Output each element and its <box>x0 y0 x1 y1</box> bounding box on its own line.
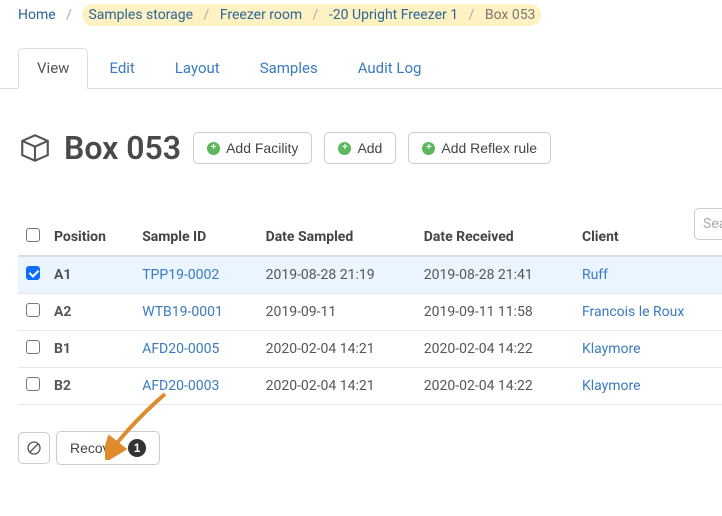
cell-position: A2 <box>54 304 71 320</box>
cell-date-received: 2019-08-28 21:41 <box>414 256 572 294</box>
select-all-checkbox[interactable] <box>26 228 40 242</box>
search-input[interactable]: Sea <box>694 208 722 240</box>
tab-audit-log[interactable]: Audit Log <box>339 48 441 88</box>
col-date-received: Date Received <box>414 219 572 256</box>
page-header: Box 053 + Add Facility + Add + Add Refle… <box>0 89 722 187</box>
page-title-text: Box 053 <box>64 129 181 167</box>
cell-date-sampled: 2020-02-04 14:21 <box>256 368 414 405</box>
page-title: Box 053 <box>18 129 181 167</box>
crumb-highlight: Samples storage / Freezer room / -20 Upr… <box>82 4 541 26</box>
cancel-icon <box>26 440 42 456</box>
row-checkbox[interactable] <box>26 377 40 391</box>
cell-client[interactable]: Klaymore <box>582 378 641 394</box>
col-checkbox <box>18 219 44 256</box>
row-checkbox[interactable] <box>26 340 40 354</box>
row-checkbox[interactable] <box>26 303 40 317</box>
cell-position: B2 <box>54 378 71 394</box>
footer-actions: Recover 1 <box>0 405 722 491</box>
cell-date-sampled: 2019-08-28 21:19 <box>256 256 414 294</box>
col-sample-id: Sample ID <box>132 219 255 256</box>
add-facility-button[interactable]: + Add Facility <box>193 132 312 164</box>
crumb-sep: / <box>462 7 482 23</box>
plus-icon: + <box>422 142 435 155</box>
cell-client[interactable]: Klaymore <box>582 341 641 357</box>
cell-sample-id[interactable]: AFD20-0003 <box>142 378 219 394</box>
table-row[interactable]: B2 AFD20-0003 2020-02-04 14:21 2020-02-0… <box>18 368 722 405</box>
tab-layout[interactable]: Layout <box>156 48 239 88</box>
cell-date-received: 2019-09-11 11:58 <box>414 294 572 331</box>
box-icon <box>18 131 52 165</box>
cell-client[interactable]: Francois le Roux <box>582 304 684 320</box>
cancel-button[interactable] <box>18 432 50 464</box>
plus-icon: + <box>207 142 220 155</box>
recover-button[interactable]: Recover 1 <box>56 431 160 465</box>
crumb-samples-storage[interactable]: Samples storage <box>88 7 193 23</box>
crumb-sep: / <box>306 7 326 23</box>
cell-date-received: 2020-02-04 14:22 <box>414 368 572 405</box>
samples-table: Position Sample ID Date Sampled Date Rec… <box>18 219 722 405</box>
crumb-home[interactable]: Home <box>18 7 56 23</box>
table-row[interactable]: A1 TPP19-0002 2019-08-28 21:19 2019-08-2… <box>18 256 722 294</box>
tab-edit[interactable]: Edit <box>90 48 153 88</box>
table-row[interactable]: A2 WTB19-0001 2019-09-11 2019-09-11 11:5… <box>18 294 722 331</box>
plus-icon: + <box>338 142 351 155</box>
crumb-sep: / <box>197 7 217 23</box>
add-button[interactable]: + Add <box>324 132 396 164</box>
add-reflex-label: Add Reflex rule <box>441 140 537 156</box>
row-checkbox[interactable] <box>26 266 40 280</box>
add-reflex-rule-button[interactable]: + Add Reflex rule <box>408 132 551 164</box>
recover-label: Recover <box>70 440 122 456</box>
cell-position: A1 <box>54 267 71 283</box>
tab-samples[interactable]: Samples <box>241 48 337 88</box>
cell-date-received: 2020-02-04 14:22 <box>414 331 572 368</box>
breadcrumb: Home / Samples storage / Freezer room / … <box>0 0 722 30</box>
add-facility-label: Add Facility <box>226 140 298 156</box>
cell-date-sampled: 2020-02-04 14:21 <box>256 331 414 368</box>
cell-position: B1 <box>54 341 71 357</box>
crumb-current: Box 053 <box>485 7 536 23</box>
col-date-sampled: Date Sampled <box>256 219 414 256</box>
cell-date-sampled: 2019-09-11 <box>256 294 414 331</box>
recover-count-badge: 1 <box>128 439 146 457</box>
crumb-freezer-room[interactable]: Freezer room <box>220 7 302 23</box>
cell-sample-id[interactable]: AFD20-0005 <box>142 341 219 357</box>
crumb-freezer[interactable]: -20 Upright Freezer 1 <box>329 7 458 23</box>
cell-client[interactable]: Ruff <box>582 267 608 283</box>
cell-sample-id[interactable]: WTB19-0001 <box>142 304 223 320</box>
crumb-sep: / <box>59 7 79 23</box>
table-row[interactable]: B1 AFD20-0005 2020-02-04 14:21 2020-02-0… <box>18 331 722 368</box>
cell-sample-id[interactable]: TPP19-0002 <box>142 267 219 283</box>
tabs: View Edit Layout Samples Audit Log <box>0 30 722 89</box>
tab-view[interactable]: View <box>18 48 88 89</box>
add-label: Add <box>357 140 382 156</box>
col-position: Position <box>44 219 132 256</box>
